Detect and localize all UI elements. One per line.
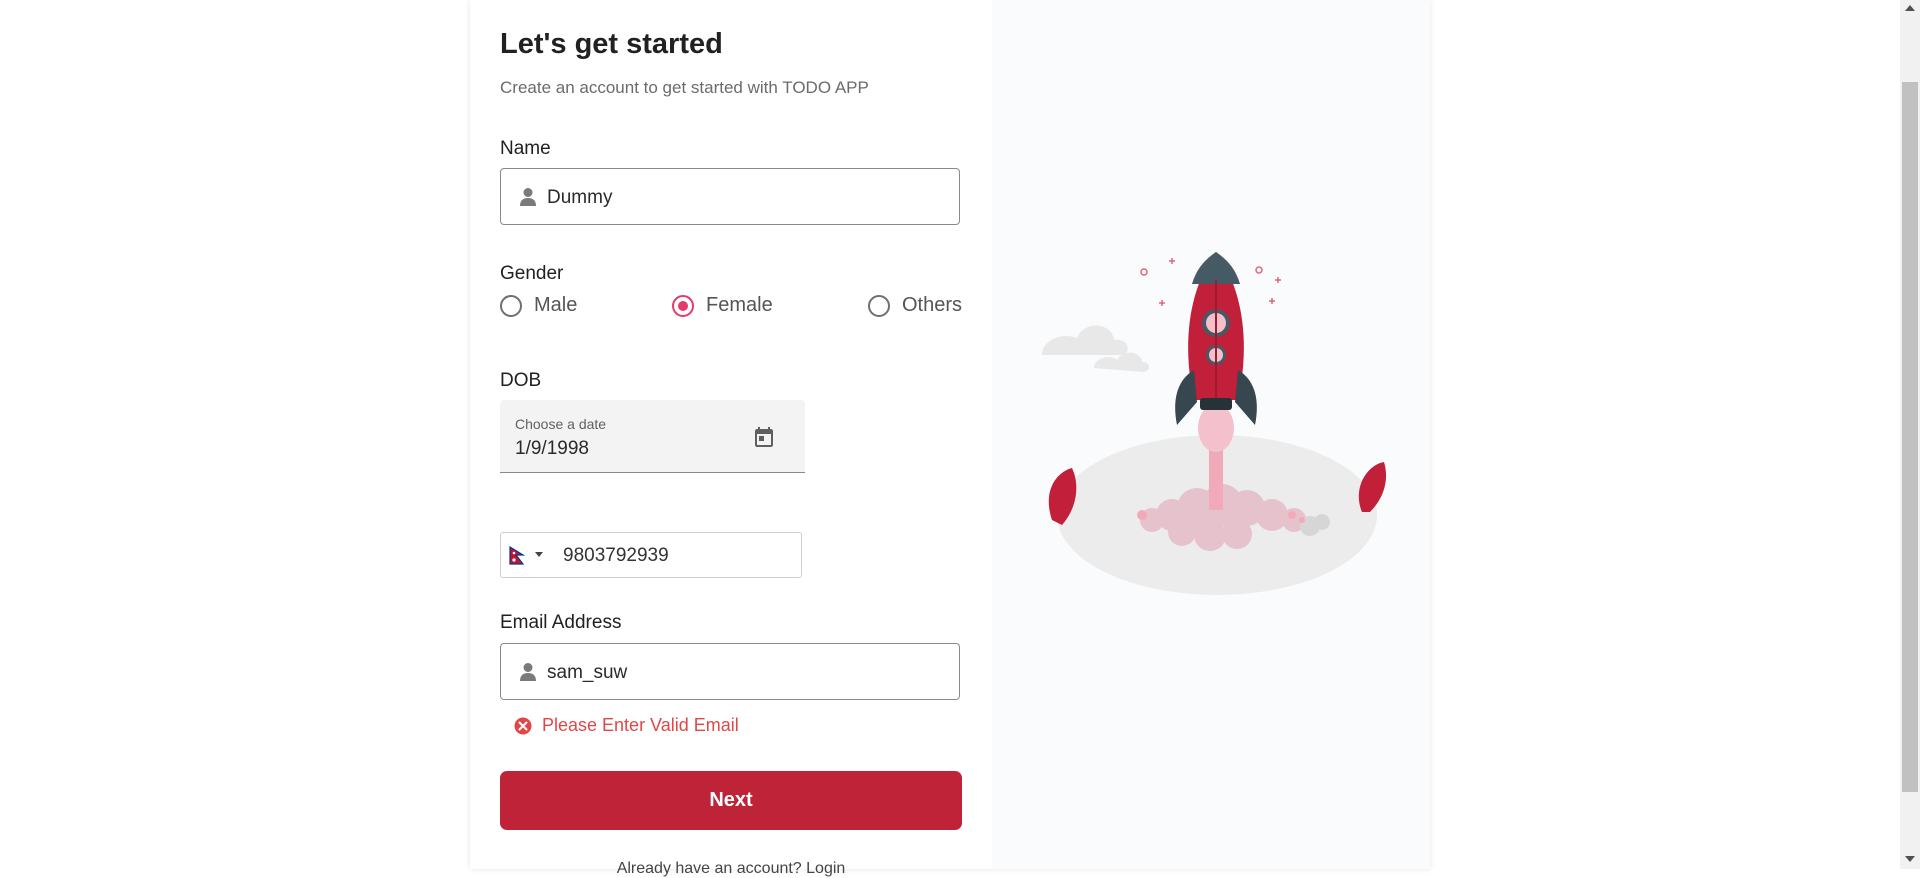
gender-label: Gender (500, 263, 564, 284)
dob-label: DOB (500, 370, 542, 391)
gender-option-male[interactable]: Male (500, 294, 577, 317)
phone-field[interactable] (500, 532, 802, 579)
person-icon (520, 188, 536, 206)
dob-value[interactable]: 1/9/1998 (515, 438, 589, 460)
error-circle-icon (514, 717, 532, 734)
radio-label-female: Female (706, 294, 773, 316)
page-title: Let's get started (500, 28, 723, 60)
email-field[interactable] (500, 643, 960, 701)
country-selector[interactable] (509, 545, 545, 566)
person-icon (520, 663, 536, 681)
scroll-up-icon[interactable] (1905, 5, 1915, 11)
name-input[interactable] (545, 169, 949, 226)
name-field[interactable] (500, 168, 960, 226)
email-error-text: Please Enter Valid Email (542, 715, 739, 735)
calendar-icon[interactable] (752, 425, 776, 449)
email-input[interactable] (545, 644, 949, 701)
dob-datepicker[interactable]: Choose a date 1/9/1998 (500, 400, 805, 473)
dob-floating-label: Choose a date (515, 416, 607, 432)
radio-label-others: Others (902, 294, 963, 316)
email-label: Email Address (500, 612, 622, 633)
gender-option-others[interactable]: Others (868, 294, 962, 317)
radio-circle[interactable] (500, 294, 522, 317)
page-subtitle: Create an account to get started with TO… (500, 78, 869, 97)
page-scrollbar[interactable] (1900, 0, 1920, 869)
chevron-down-icon (535, 552, 543, 557)
clouds (1042, 325, 1150, 372)
radio-label-male: Male (534, 294, 578, 316)
rocket-illustration (1042, 252, 1387, 595)
name-label: Name (500, 138, 551, 159)
email-error: Please Enter Valid Email (514, 715, 739, 736)
nepal-flag-icon (509, 545, 526, 565)
scrollbar-thumb[interactable] (1902, 82, 1918, 792)
radio-circle-selected[interactable] (672, 294, 694, 317)
radio-circle[interactable] (868, 294, 890, 317)
phone-input[interactable] (561, 533, 795, 579)
gender-radio-group: Male Female Others (500, 294, 962, 324)
login-prompt[interactable]: Already have an account? Login (500, 860, 962, 878)
gender-option-female[interactable]: Female (672, 294, 773, 317)
next-button[interactable]: Next (500, 771, 962, 830)
scroll-down-icon[interactable] (1905, 856, 1915, 862)
